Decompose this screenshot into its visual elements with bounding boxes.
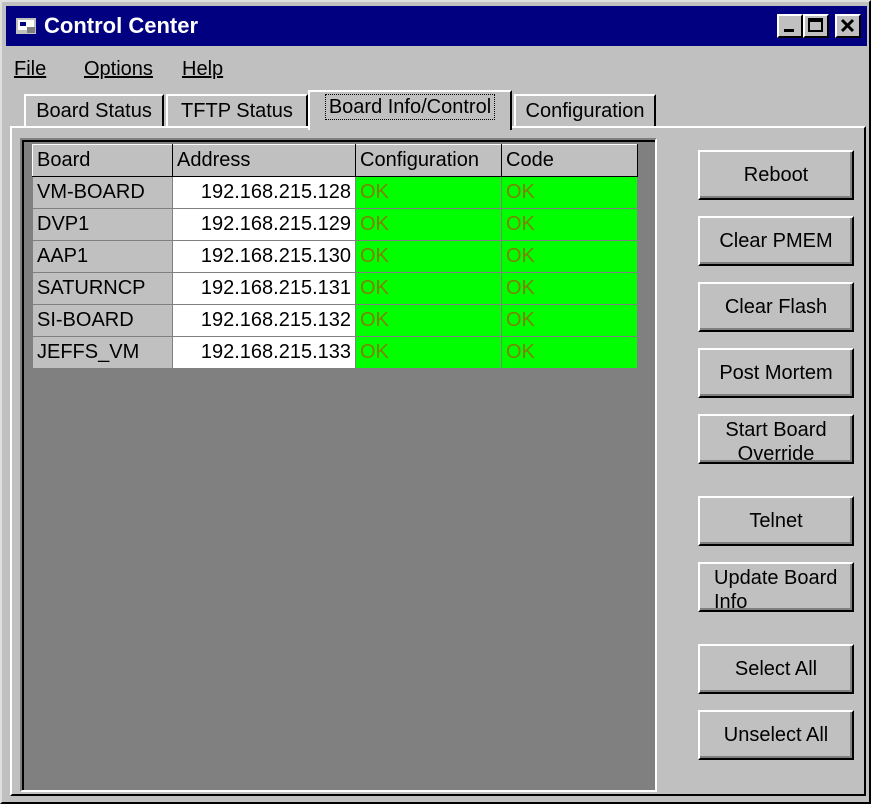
- app-icon: [16, 18, 36, 34]
- address-cell[interactable]: 192.168.215.133: [172, 336, 356, 369]
- address-cell[interactable]: 192.168.215.129: [172, 208, 356, 241]
- code-status-cell[interactable]: OK: [501, 176, 638, 209]
- table-header-row: Board Address Configuration Code: [32, 144, 638, 177]
- address-cell[interactable]: 192.168.215.130: [172, 240, 356, 273]
- address-cell[interactable]: 192.168.215.128: [172, 176, 356, 209]
- reboot-button[interactable]: Reboot: [698, 150, 854, 200]
- menu-file-label: File: [14, 58, 47, 80]
- table-row[interactable]: SATURNCP 192.168.215.131 OK OK: [32, 272, 638, 305]
- board-name-cell[interactable]: DVP1: [32, 208, 173, 241]
- tab-board-info-control[interactable]: Board Info/Control: [308, 90, 512, 130]
- start-board-override-button[interactable]: Start Board Override: [698, 414, 854, 465]
- table-row[interactable]: SI-BOARD 192.168.215.132 OK OK: [32, 304, 638, 337]
- clear-flash-button[interactable]: Clear Flash: [698, 282, 854, 332]
- boards-grid[interactable]: Board Address Configuration Code VM-BOAR…: [20, 138, 657, 792]
- table-row[interactable]: JEFFS_VM 192.168.215.133 OK OK: [32, 336, 638, 369]
- table-row[interactable]: AAP1 192.168.215.130 OK OK: [32, 240, 638, 273]
- table-row[interactable]: DVP1 192.168.215.129 OK OK: [32, 208, 638, 241]
- maximize-button[interactable]: [803, 14, 829, 38]
- column-header-address[interactable]: Address: [172, 144, 356, 177]
- address-cell[interactable]: 192.168.215.131: [172, 272, 356, 305]
- code-status-cell[interactable]: OK: [501, 304, 638, 337]
- address-cell[interactable]: 192.168.215.132: [172, 304, 356, 337]
- menu-options[interactable]: Options: [84, 58, 153, 81]
- menu-help-label: Help: [182, 58, 224, 80]
- clear-pmem-button[interactable]: Clear PMEM: [698, 216, 854, 266]
- code-status-cell[interactable]: OK: [501, 336, 638, 369]
- column-header-configuration[interactable]: Configuration: [355, 144, 502, 177]
- tab-tftp-status-label: TFTP Status: [181, 100, 293, 122]
- code-status-cell[interactable]: OK: [501, 240, 638, 273]
- tab-board-info-control-label: Board Info/Control: [324, 94, 496, 120]
- tab-configuration-label: Configuration: [525, 100, 645, 122]
- menu-options-label: Options: [84, 58, 153, 80]
- board-name-cell[interactable]: SI-BOARD: [32, 304, 173, 337]
- column-header-code[interactable]: Code: [501, 144, 638, 177]
- menu-bar: File Options Help: [6, 54, 866, 84]
- table-row[interactable]: VM-BOARD 192.168.215.128 OK OK: [32, 176, 638, 209]
- configuration-status-cell[interactable]: OK: [355, 336, 502, 369]
- close-icon: [840, 18, 855, 33]
- title-bar[interactable]: Control Center: [6, 6, 867, 46]
- window-title: Control Center: [44, 13, 198, 38]
- unselect-all-button[interactable]: Unselect All: [698, 710, 854, 760]
- configuration-status-cell[interactable]: OK: [355, 208, 502, 241]
- configuration-status-cell[interactable]: OK: [355, 240, 502, 273]
- tab-board-status[interactable]: Board Status: [24, 94, 164, 130]
- tab-tftp-status[interactable]: TFTP Status: [166, 94, 308, 130]
- close-button[interactable]: [835, 14, 861, 38]
- code-status-cell[interactable]: OK: [501, 272, 638, 305]
- tab-board-status-label: Board Status: [36, 100, 152, 122]
- control-center-window: Control Center File Options Help Board S…: [0, 0, 871, 804]
- tab-configuration[interactable]: Configuration: [514, 94, 656, 130]
- code-status-cell[interactable]: OK: [501, 208, 638, 241]
- maximize-icon: [808, 18, 823, 32]
- configuration-status-cell[interactable]: OK: [355, 176, 502, 209]
- board-name-cell[interactable]: SATURNCP: [32, 272, 173, 305]
- boards-table: Board Address Configuration Code VM-BOAR…: [32, 144, 638, 369]
- update-board-info-button[interactable]: Update Board Info: [698, 562, 854, 613]
- telnet-button[interactable]: Telnet: [698, 496, 854, 546]
- column-header-board[interactable]: Board: [32, 144, 173, 177]
- minimize-icon: [784, 29, 794, 32]
- select-all-button[interactable]: Select All: [698, 644, 854, 694]
- minimize-button[interactable]: [777, 14, 803, 38]
- menu-file[interactable]: File: [14, 58, 46, 81]
- post-mortem-button[interactable]: Post Mortem: [698, 348, 854, 398]
- menu-help[interactable]: Help: [182, 58, 223, 81]
- configuration-status-cell[interactable]: OK: [355, 304, 502, 337]
- board-name-cell[interactable]: JEFFS_VM: [32, 336, 173, 369]
- board-name-cell[interactable]: VM-BOARD: [32, 176, 173, 209]
- configuration-status-cell[interactable]: OK: [355, 272, 502, 305]
- board-name-cell[interactable]: AAP1: [32, 240, 173, 273]
